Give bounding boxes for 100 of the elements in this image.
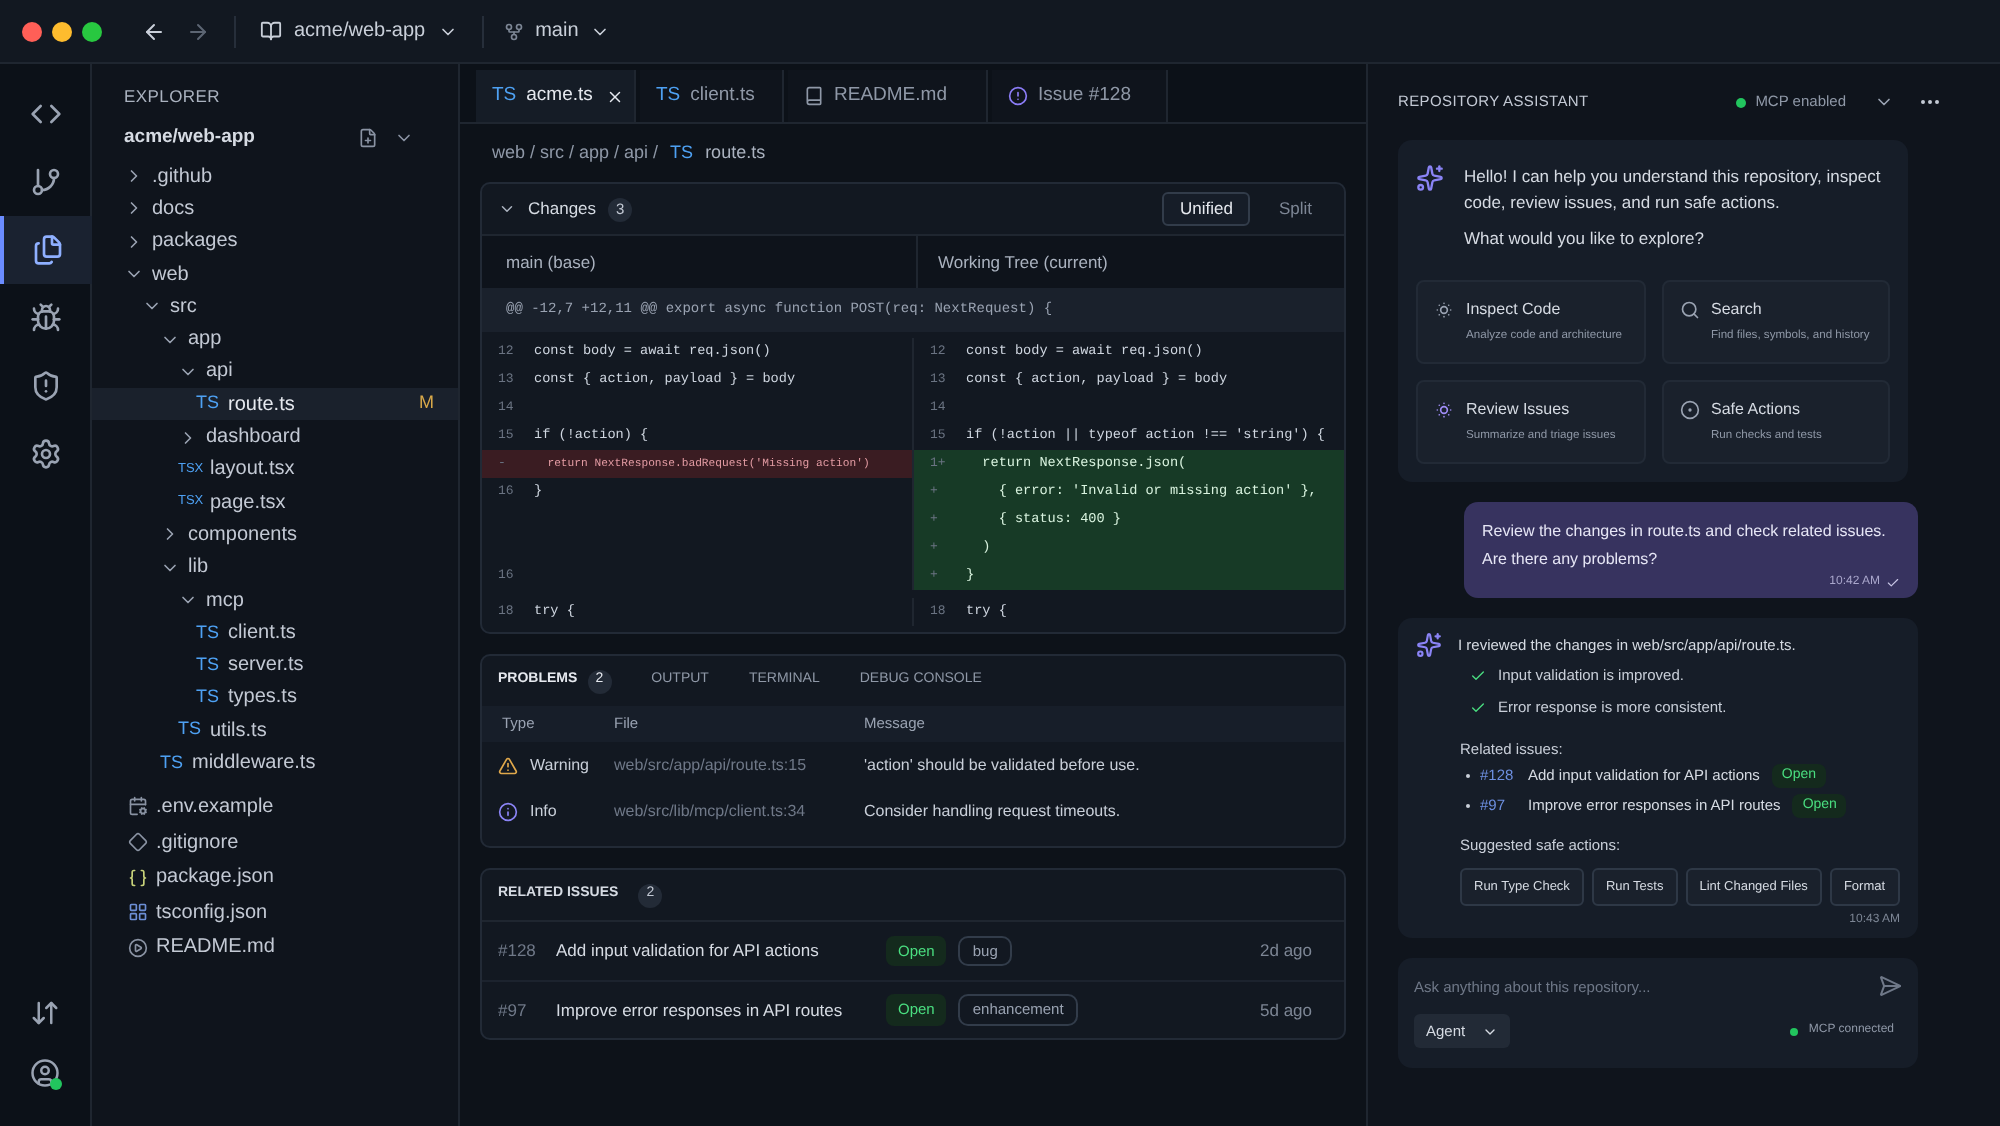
chevron-down-icon[interactable] (498, 200, 516, 218)
explorer-title: EXPLORER (122, 84, 222, 110)
file-name: package.json (156, 864, 274, 893)
file-name: .gitignore (156, 829, 239, 858)
grid-file-icon (128, 902, 148, 923)
book-icon (804, 86, 824, 106)
file-name: route.ts (228, 391, 295, 420)
folder-name: dashboard (206, 424, 301, 453)
file-item[interactable]: tsconfig.json (92, 894, 458, 931)
folder-item[interactable]: app (92, 322, 458, 356)
arrows-icon (30, 997, 60, 1027)
file-item[interactable]: TS utils.ts (92, 714, 458, 747)
problem-type: Warning (530, 753, 589, 777)
repo-selector[interactable]: acme/web-app (260, 16, 458, 46)
file-name: middleware.ts (192, 749, 316, 778)
folder-name: web (152, 261, 189, 290)
folder-item[interactable]: components (92, 518, 458, 552)
folder-name: mcp (206, 587, 244, 615)
file-item[interactable]: TS client.ts (92, 616, 458, 649)
folder-item[interactable]: mcp (92, 583, 458, 617)
file-item[interactable]: .env.example (92, 789, 458, 825)
action-title: Inspect Code (1466, 297, 1561, 322)
typescript-icon: TS (196, 619, 228, 647)
folder-item[interactable]: src (92, 290, 458, 323)
issue-age: 5d ago (1260, 997, 1312, 1023)
branch-selector[interactable]: main (503, 16, 611, 46)
file-name: layout.tsx (210, 456, 295, 485)
file-item[interactable]: TS types.ts (92, 681, 458, 715)
editor-tab[interactable]: TS client.ts (640, 70, 784, 122)
settings-icon (29, 438, 61, 470)
problem-type: Info (530, 799, 557, 823)
send-icon[interactable] (1878, 974, 1902, 999)
view-toggle[interactable]: Split (1262, 192, 1328, 226)
editor-tab[interactable]: TS acme.ts (476, 70, 636, 122)
user-icon (30, 1057, 60, 1087)
file-name: .env.example (156, 793, 274, 822)
braces-icon (128, 867, 148, 888)
file-item[interactable]: TS middleware.ts (92, 746, 458, 780)
issue-number: #97 (498, 997, 529, 1023)
folder-item[interactable]: .github (92, 160, 458, 193)
folder-name: lib (188, 554, 209, 583)
changes-title: Changes (528, 196, 597, 222)
bug-icon (29, 302, 61, 334)
back-icon[interactable] (142, 19, 166, 43)
file-item[interactable]: TS server.ts (92, 648, 458, 682)
issue-icon (1008, 86, 1028, 106)
typescript-icon: TS (670, 139, 694, 167)
shield-icon (29, 370, 61, 402)
file-name: utils.ts (210, 717, 267, 746)
git-branch-icon (503, 21, 524, 41)
file-item[interactable]: package.json (92, 859, 458, 895)
action-title: Safe Actions (1711, 397, 1800, 422)
file-item[interactable]: TS route.ts M (92, 388, 458, 421)
action-title: Search (1711, 297, 1762, 322)
info-icon (498, 801, 518, 821)
folder-item[interactable]: web (92, 257, 458, 291)
breadcrumb-file[interactable]: route.ts (705, 139, 766, 167)
view-toggle[interactable]: Unified (1161, 192, 1251, 226)
git-branch-icon (29, 166, 61, 198)
folder-name: src (170, 293, 197, 322)
problem-file: web/src/lib/mcp/client.ts:34 (614, 799, 808, 823)
check-icon (1470, 700, 1486, 716)
files-icon (31, 234, 63, 266)
file-name: client.ts (228, 619, 296, 648)
message-text: Are there any problems? (1482, 547, 1660, 572)
issue-title: Add input validation for API actions (556, 938, 821, 964)
file-name: server.ts (228, 652, 304, 681)
check-icon (1470, 667, 1486, 683)
folder-name: packages (152, 228, 238, 257)
forward-icon[interactable] (186, 19, 210, 43)
activity-button[interactable] (0, 216, 91, 284)
file-name: page.tsx (210, 489, 286, 518)
message-text: Hello! I can help you understand this repository, inspect code, review issues, and run safe actions. (1464, 164, 1883, 216)
breadcrumb-path[interactable]: web / src / app / api / (492, 139, 659, 167)
file-item[interactable]: .gitignore (92, 824, 458, 860)
folder-item[interactable]: dashboard (92, 420, 458, 454)
file-name: types.ts (228, 684, 297, 713)
maximize-window-button[interactable] (82, 21, 102, 41)
target-icon (1679, 399, 1699, 420)
editor-tab[interactable]: README.md (788, 70, 988, 122)
folder-name: docs (152, 195, 195, 224)
close-icon[interactable] (606, 87, 625, 105)
typescript-icon: TS (656, 81, 681, 111)
file-item[interactable]: README.md (92, 930, 458, 966)
folder-name: components (188, 521, 297, 550)
folder-item[interactable]: packages (92, 225, 458, 258)
search-icon (1679, 299, 1699, 320)
minimize-window-button[interactable] (52, 21, 72, 41)
close-window-button[interactable] (22, 21, 42, 41)
warning-icon (498, 755, 518, 775)
new-file-icon[interactable] (358, 128, 378, 148)
repo-name: acme/web-app (124, 123, 255, 152)
folder-item[interactable]: lib (92, 551, 458, 584)
folder-item[interactable]: docs (92, 192, 458, 226)
typescript-icon: TS (492, 81, 517, 111)
folder-item[interactable]: api (92, 355, 458, 389)
typescript-icon: TS (178, 716, 210, 744)
file-name: tsconfig.json (156, 899, 268, 928)
editor-tab[interactable]: Issue #128 (992, 70, 1168, 122)
issue-age: 2d ago (1260, 938, 1312, 964)
